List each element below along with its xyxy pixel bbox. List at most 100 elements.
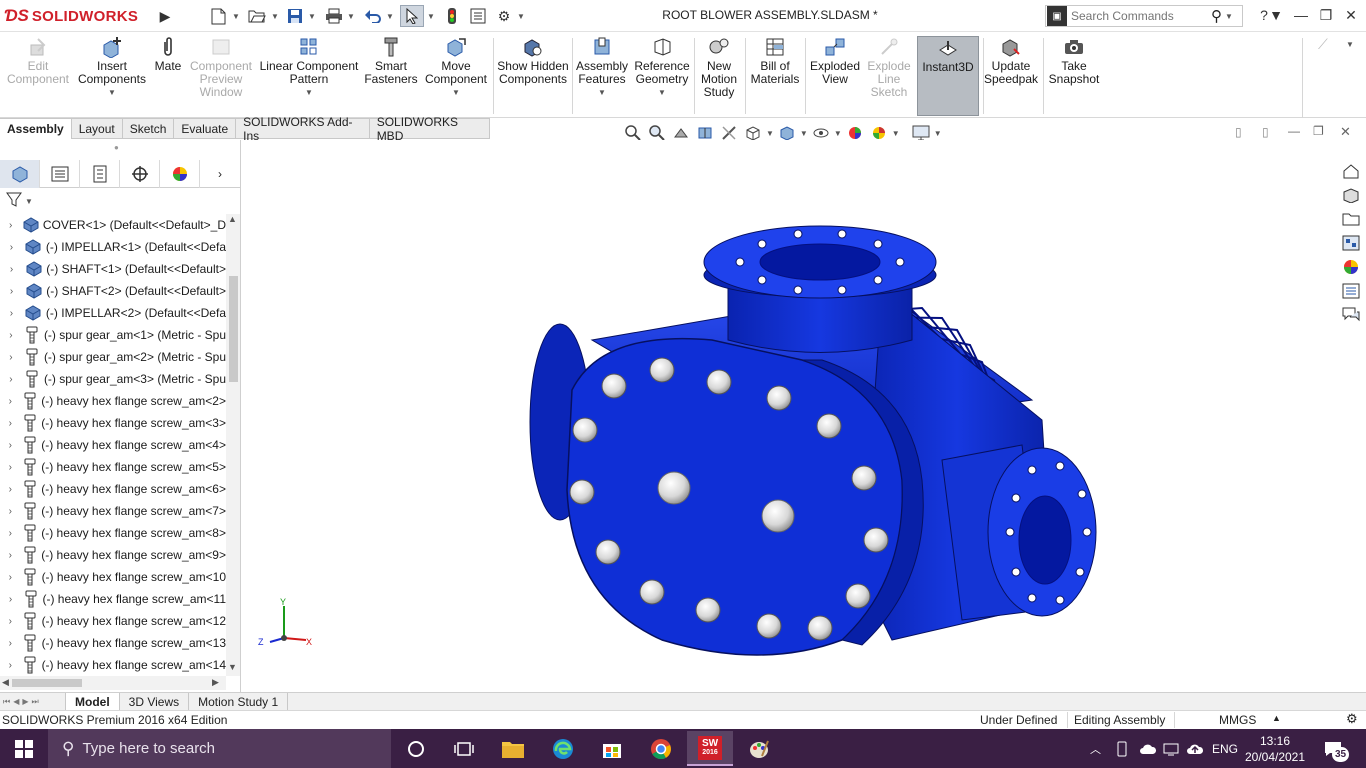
take-snapshot-button[interactable]: Take Snapshot [1046, 36, 1102, 116]
search-dropdown-icon[interactable]: ▼ [1225, 12, 1233, 21]
show-hidden-components-button[interactable]: Show Hidden Components [497, 36, 569, 116]
help-dropdown-icon[interactable]: ▼ [1269, 4, 1283, 26]
file-properties-icon[interactable] [467, 5, 489, 27]
tree-item[interactable]: › (-) spur gear_am<1> (Metric - Spu [0, 324, 226, 346]
linear-pattern-dropdown-icon[interactable]: ▼ [305, 86, 313, 99]
pin-icon[interactable]: ⟋ [1318, 36, 1338, 56]
tab-model[interactable]: Model [66, 693, 120, 710]
hide-show-dropdown-icon[interactable]: ▼ [834, 129, 842, 138]
onedrive-sync-icon[interactable] [1186, 729, 1204, 768]
collapse-ribbon-icon[interactable]: ▼ [1346, 40, 1354, 49]
options-gear-icon[interactable]: ⚙ [493, 5, 515, 27]
solidworks-forum-icon[interactable] [1338, 304, 1364, 326]
unit-system-selector[interactable]: MMGS [1219, 713, 1256, 727]
scroll-down-icon[interactable]: ▼ [228, 662, 237, 672]
edit-component-button[interactable]: Edit Component [4, 36, 72, 116]
filter-dropdown-icon[interactable]: ▼ [25, 197, 33, 206]
tree-item[interactable]: › (-) heavy hex flange screw_am<9> [0, 544, 226, 566]
tree-item[interactable]: › (-) SHAFT<1> (Default<<Default> [0, 258, 226, 280]
tab-layout[interactable]: Layout [71, 118, 123, 139]
undo-icon[interactable] [362, 5, 384, 27]
show-hidden-icons-chevron-icon[interactable]: ︿ [1090, 729, 1101, 768]
prev-tab-icon[interactable]: ◀ [13, 697, 19, 706]
assembly-features-button[interactable]: Assembly Features ▼ [574, 36, 630, 116]
vertical-scroll-thumb[interactable] [229, 276, 238, 382]
tree-item[interactable]: › (-) heavy hex flange screw_am<13 [0, 632, 226, 654]
new-dropdown-icon[interactable]: ▼ [231, 5, 241, 27]
expand-arrow-icon[interactable]: › [0, 396, 20, 407]
scroll-right-icon[interactable]: ▶ [212, 677, 219, 688]
tree-item[interactable]: › (-) heavy hex flange screw_am<10 [0, 566, 226, 588]
feature-manager-tab-icon[interactable] [0, 160, 40, 188]
tree-item[interactable]: › (-) heavy hex flange screw_am<3> [0, 412, 226, 434]
display-style-dropdown-icon[interactable]: ▼ [800, 129, 808, 138]
move-component-button[interactable]: Move Component ▼ [422, 36, 490, 116]
expand-arrow-icon[interactable]: › [0, 418, 20, 429]
scroll-up-icon[interactable]: ▲ [228, 214, 237, 224]
reference-geometry-button[interactable]: Reference Geometry ▼ [632, 36, 692, 116]
restore-icon[interactable]: ❐ [1314, 4, 1338, 26]
next-tab-icon[interactable]: ▶ [22, 697, 28, 706]
select-dropdown-icon[interactable]: ▼ [426, 5, 436, 27]
expand-arrow-icon[interactable]: › [0, 286, 23, 297]
onedrive-cloud-icon[interactable] [1139, 729, 1157, 768]
edge-browser-icon[interactable] [543, 733, 583, 764]
smart-fasteners-button[interactable]: Smart Fasteners [362, 36, 420, 116]
expand-arrow-icon[interactable]: › [0, 440, 20, 451]
reference-geometry-dropdown-icon[interactable]: ▼ [658, 86, 666, 99]
print-icon[interactable] [323, 5, 345, 27]
open-dropdown-icon[interactable]: ▼ [270, 5, 280, 27]
property-manager-tab-icon[interactable] [40, 160, 80, 188]
move-component-dropdown-icon[interactable]: ▼ [452, 86, 460, 99]
options-dropdown-icon[interactable]: ▼ [516, 5, 526, 27]
minimize-icon[interactable]: — [1289, 4, 1313, 26]
chrome-icon[interactable] [641, 733, 681, 764]
cortana-icon[interactable] [396, 733, 436, 764]
display-manager-tab-icon[interactable] [160, 160, 200, 188]
expand-arrow-icon[interactable]: › [0, 616, 21, 627]
viewport-restore-icon[interactable]: ❐ [1313, 124, 1324, 138]
horizontal-scroll-thumb[interactable] [12, 679, 82, 687]
tab-3d-views[interactable]: 3D Views [120, 693, 190, 710]
windows-start-icon[interactable] [4, 733, 44, 764]
assembly-features-dropdown-icon[interactable]: ▼ [598, 86, 606, 99]
filter-funnel-icon[interactable] [6, 192, 24, 211]
tree-item[interactable]: › (-) spur gear_am<2> (Metric - Spu [0, 346, 226, 368]
save-dropdown-icon[interactable]: ▼ [307, 5, 317, 27]
insert-components-button[interactable]: Insert Components ▼ [74, 36, 150, 116]
apply-scene-dropdown-icon[interactable]: ▼ [892, 129, 900, 138]
first-tab-icon[interactable]: ⏮ [3, 697, 10, 707]
tab-solidworks-add-ins[interactable]: SOLIDWORKS Add-Ins [236, 115, 370, 143]
search-commands-input[interactable] [1067, 9, 1207, 23]
new-document-icon[interactable] [206, 5, 230, 27]
undo-dropdown-icon[interactable]: ▼ [385, 5, 395, 27]
view-orientation-dropdown-icon[interactable]: ▼ [766, 129, 774, 138]
phone-link-icon[interactable] [1115, 729, 1129, 768]
explode-line-sketch-button[interactable]: Explode Line Sketch [864, 36, 914, 116]
tree-item[interactable]: › (-) IMPELLAR<1> (Default<<Defa [0, 236, 226, 258]
input-language[interactable]: ENG [1212, 729, 1238, 768]
taskbar-search-box[interactable]: ⚲ Type here to search [48, 729, 391, 768]
panel-tabs-next-icon[interactable]: › [200, 160, 240, 188]
save-icon[interactable] [284, 5, 306, 27]
graphics-area[interactable]: Y X Z [242, 140, 1336, 692]
expand-arrow-icon[interactable]: › [0, 352, 22, 363]
expand-arrow-icon[interactable]: › [0, 506, 20, 517]
rebuild-traffic-light-icon[interactable] [442, 5, 462, 27]
units-dropdown-icon[interactable]: ▲ [1272, 713, 1281, 723]
search-commands-box[interactable]: ▣ ⚲ ▼ [1045, 5, 1243, 27]
task-view-icon[interactable] [444, 733, 484, 764]
tree-item[interactable]: › (-) IMPELLAR<2> (Default<<Defa [0, 302, 226, 324]
tree-item[interactable]: › (-) heavy hex flange screw_am<4> [0, 434, 226, 456]
expand-arrow-icon[interactable]: › [0, 264, 23, 275]
panel-splitter-handle-icon[interactable]: ● [114, 143, 124, 153]
new-motion-study-button[interactable]: New Motion Study [696, 36, 742, 116]
tab-motion-study-1[interactable]: Motion Study 1 [189, 693, 289, 710]
close-icon[interactable]: ✕ [1339, 4, 1363, 26]
paint-icon[interactable] [739, 733, 779, 764]
viewport-minimize-icon[interactable]: — [1288, 124, 1300, 138]
print-dropdown-icon[interactable]: ▼ [346, 5, 356, 27]
tab-navigation-arrows[interactable]: ⏮ ◀ ▶ ⏭ [0, 693, 66, 710]
customize-status-bar-icon[interactable]: ⚙ [1346, 711, 1358, 727]
open-icon[interactable] [245, 5, 269, 27]
